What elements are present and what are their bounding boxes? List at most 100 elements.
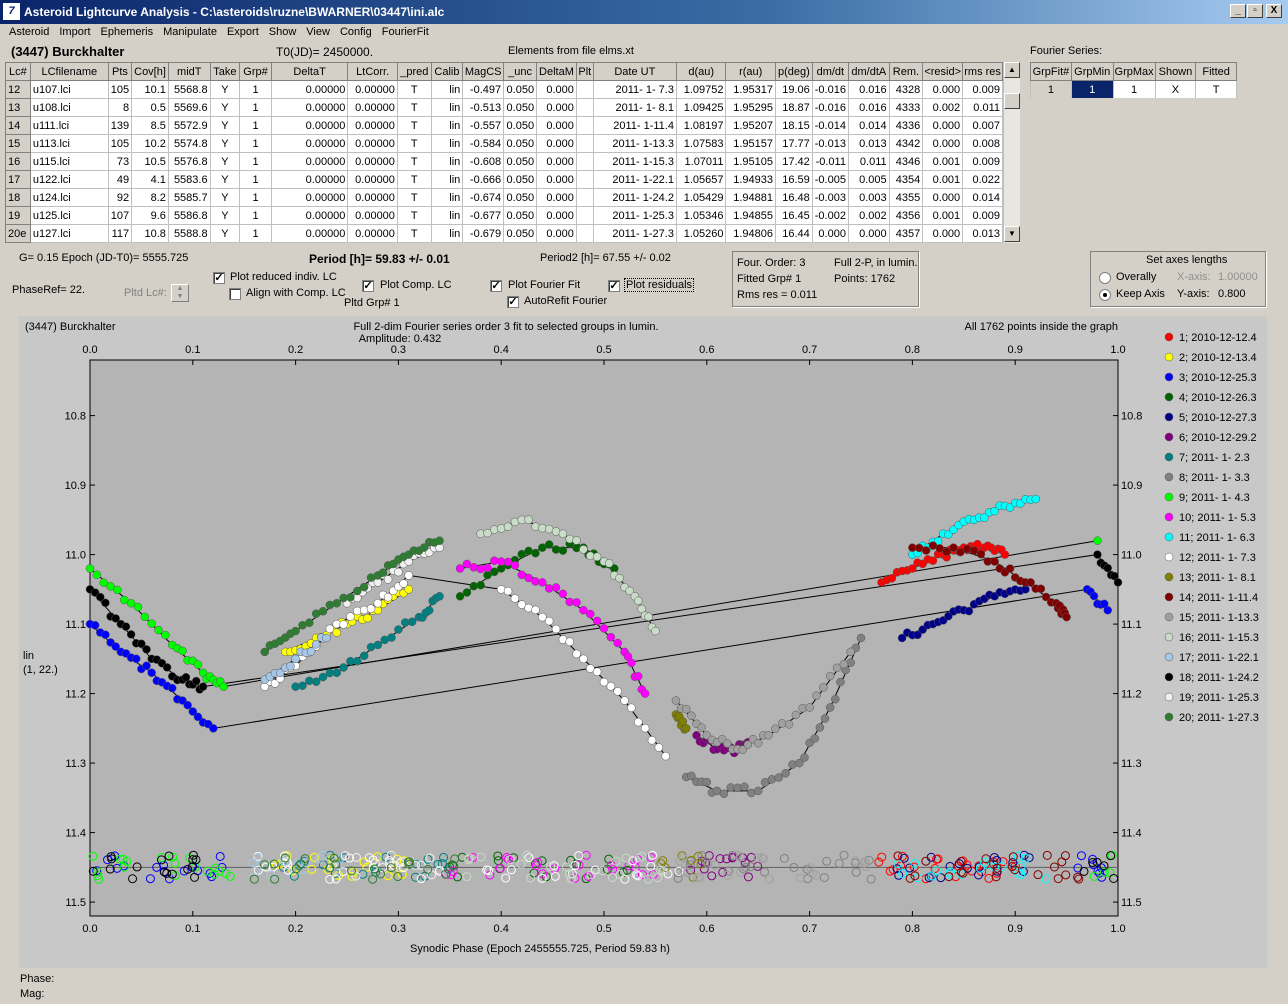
table-cell[interactable]: 1: [239, 98, 272, 117]
table-cell[interactable]: 0.000: [536, 170, 577, 189]
table-cell[interactable]: 5586.8: [167, 206, 211, 225]
table-cell[interactable]: 1.09425: [675, 98, 727, 117]
table-cell[interactable]: 0.00000: [270, 206, 349, 225]
column-header[interactable]: Pts: [107, 62, 133, 81]
table-cell[interactable]: 0.000: [922, 80, 964, 99]
plot-comp-checkbox[interactable]: ✓: [362, 280, 374, 292]
column-header[interactable]: Lc#: [5, 62, 31, 81]
table-cell[interactable]: 0.000: [536, 134, 577, 153]
table-cell[interactable]: -0.016: [811, 98, 849, 117]
table-cell[interactable]: T: [396, 134, 432, 153]
table-cell[interactable]: lin: [430, 98, 464, 117]
column-header[interactable]: LtCorr.: [347, 62, 398, 81]
table-cell[interactable]: 5588.8: [167, 224, 211, 243]
table-cell[interactable]: 1: [239, 206, 272, 225]
row-header[interactable]: 17: [5, 170, 31, 189]
table-cell[interactable]: 1.95207: [725, 116, 776, 135]
table-cell[interactable]: 0.050: [503, 80, 538, 99]
table-cell[interactable]: u108.lci: [29, 98, 109, 117]
table-cell[interactable]: 0.050: [503, 98, 538, 117]
lightcurve-chart[interactable]: 0.0 0.0 0.1 0.1 0.2 0.2 0.3 0.3 0.4 0.4 0.5 0.5 0.6 0…: [19, 316, 1267, 968]
table-cell[interactable]: 8: [107, 98, 133, 117]
table-cell[interactable]: 1.94881: [725, 188, 776, 207]
table-cell[interactable]: T: [396, 152, 432, 171]
table-cell[interactable]: -0.497: [462, 80, 505, 99]
table-cell[interactable]: 1.08197: [675, 116, 727, 135]
table-cell[interactable]: 0.00000: [347, 224, 398, 243]
table-cell[interactable]: -0.016: [811, 80, 849, 99]
column-header[interactable]: r(au): [725, 62, 776, 81]
plot-residuals-checkbox[interactable]: ✓: [608, 280, 620, 292]
table-cell[interactable]: Y: [209, 206, 241, 225]
table-cell[interactable]: lin: [430, 152, 464, 171]
menu-ephemeris[interactable]: Ephemeris: [96, 24, 159, 42]
table-cell[interactable]: 9.6: [131, 206, 169, 225]
table-cell[interactable]: 1: [239, 224, 272, 243]
table-cell[interactable]: 0.002: [847, 206, 890, 225]
table-cell[interactable]: 2011- 1-11.4: [592, 116, 677, 135]
table-cell[interactable]: 4356: [888, 206, 924, 225]
table-cell[interactable]: u122.lci: [29, 170, 109, 189]
table-cell[interactable]: 0.013: [962, 224, 1003, 243]
row-header[interactable]: 16: [5, 152, 31, 171]
table-cell[interactable]: Y: [209, 170, 241, 189]
table-cell[interactable]: Y: [209, 134, 241, 153]
row-header[interactable]: 18: [5, 188, 31, 207]
table-cell[interactable]: [575, 170, 594, 189]
table-cell[interactable]: lin: [430, 134, 464, 153]
table-cell[interactable]: 1: [239, 134, 272, 153]
table-cell[interactable]: Y: [209, 98, 241, 117]
fs-cell-grpmin[interactable]: 1: [1070, 80, 1114, 98]
table-cell[interactable]: 5569.6: [167, 98, 211, 117]
table-cell[interactable]: u113.lci: [29, 134, 109, 153]
table-row[interactable]: 12 u107.lci 105 10.1 5568.8 Y 1 0.00000 0.00000 T…: [5, 80, 1003, 99]
table-cell[interactable]: 10.1: [131, 80, 169, 99]
overally-radio[interactable]: [1099, 272, 1111, 284]
table-cell[interactable]: 1: [239, 116, 272, 135]
table-cell[interactable]: 0.014: [847, 116, 890, 135]
table-cell[interactable]: u111.lci: [29, 116, 109, 135]
row-header[interactable]: 20e: [5, 224, 31, 243]
table-cell[interactable]: 49: [107, 170, 133, 189]
column-header[interactable]: DeltaM: [536, 62, 577, 81]
table-cell[interactable]: 1: [239, 152, 272, 171]
table-cell[interactable]: T: [396, 116, 432, 135]
table-cell[interactable]: 0.050: [503, 116, 538, 135]
table-cell[interactable]: 16.44: [774, 224, 813, 243]
table-cell[interactable]: -0.002: [811, 206, 849, 225]
column-header[interactable]: Cov[h]: [131, 62, 169, 81]
table-cell[interactable]: 105: [107, 80, 133, 99]
table-cell[interactable]: 5585.7: [167, 188, 211, 207]
y-axis-value[interactable]: 0.800: [1218, 288, 1246, 300]
scroll-thumb[interactable]: [1004, 93, 1020, 109]
table-cell[interactable]: 0.00000: [347, 206, 398, 225]
menu-asteroid[interactable]: Asteroid: [0, 24, 54, 42]
table-cell[interactable]: 0.016: [847, 98, 890, 117]
table-cell[interactable]: [575, 188, 594, 207]
table-cell[interactable]: 4346: [888, 152, 924, 171]
table-row[interactable]: 17 u122.lci 49 4.1 5583.6 Y 1 0.00000 0.00000 Tli…: [5, 170, 1003, 189]
table-cell[interactable]: T: [396, 206, 432, 225]
minimize-button[interactable]: _: [1230, 4, 1246, 18]
table-cell[interactable]: 0.000: [536, 80, 577, 99]
table-cell[interactable]: 1.09752: [675, 80, 727, 99]
table-cell[interactable]: 0.00000: [270, 116, 349, 135]
table-cell[interactable]: [575, 206, 594, 225]
table-cell[interactable]: -0.557: [462, 116, 505, 135]
pltd-lc-spinner[interactable]: ▲ ▼: [171, 284, 189, 302]
table-cell[interactable]: 4336: [888, 116, 924, 135]
table-cell[interactable]: -0.003: [811, 188, 849, 207]
table-cell[interactable]: 0.013: [847, 134, 890, 153]
table-cell[interactable]: 0.009: [962, 206, 1003, 225]
table-cell[interactable]: 0.016: [847, 80, 890, 99]
table-cell[interactable]: 4.1: [131, 170, 169, 189]
column-header[interactable]: _unc: [503, 62, 538, 81]
menu-fourierfit[interactable]: FourierFit: [377, 24, 434, 42]
table-cell[interactable]: 0.000: [536, 98, 577, 117]
table-cell[interactable]: T: [396, 188, 432, 207]
table-cell[interactable]: 2011- 1-25.3: [592, 206, 677, 225]
table-cell[interactable]: [575, 152, 594, 171]
table-cell[interactable]: 0.003: [847, 188, 890, 207]
table-cell[interactable]: 0.000: [536, 224, 577, 243]
table-cell[interactable]: 0.050: [503, 224, 538, 243]
